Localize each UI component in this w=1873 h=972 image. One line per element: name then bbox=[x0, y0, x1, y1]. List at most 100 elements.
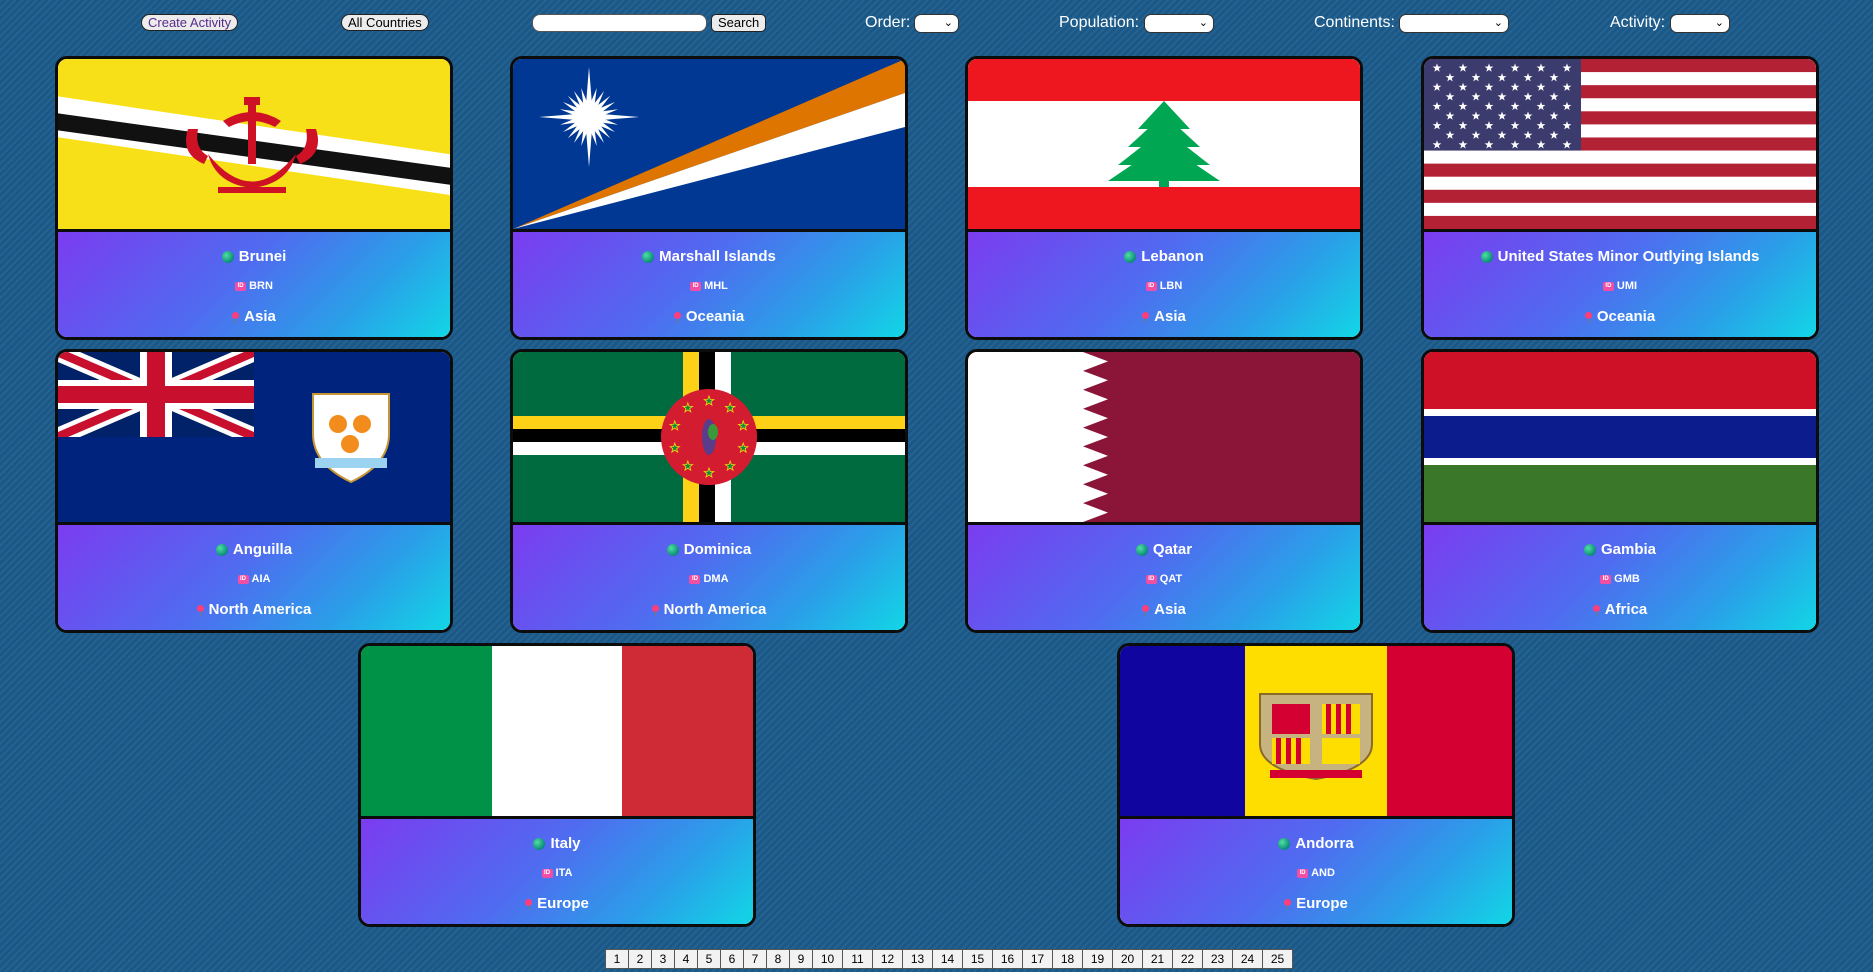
all-countries-button[interactable]: All Countries bbox=[341, 14, 429, 31]
country-continent-row: North America bbox=[58, 601, 450, 618]
country-name-row: Dominica bbox=[513, 541, 905, 558]
country-code-row: ID ITA bbox=[361, 867, 753, 879]
country-info: Gambia ID GMB Africa bbox=[1424, 525, 1816, 630]
globe-icon bbox=[1278, 838, 1291, 851]
country-continent-row: Oceania bbox=[513, 308, 905, 325]
page-button[interactable]: 11 bbox=[842, 949, 873, 969]
page-button[interactable]: 10 bbox=[812, 949, 843, 969]
page-button[interactable]: 13 bbox=[902, 949, 933, 969]
page-button[interactable]: 4 bbox=[674, 949, 698, 969]
country-flag bbox=[361, 646, 753, 819]
pin-icon bbox=[1284, 898, 1292, 910]
lebanon-flag-image bbox=[968, 59, 1360, 229]
page-button[interactable]: 8 bbox=[766, 949, 790, 969]
united-states-flag-image bbox=[1424, 59, 1816, 229]
pin-icon bbox=[673, 311, 681, 323]
id-badge-icon: ID bbox=[1145, 281, 1157, 291]
page-button[interactable]: 18 bbox=[1052, 949, 1083, 969]
andorra-flag-image bbox=[1120, 646, 1512, 816]
page-button[interactable]: 25 bbox=[1262, 949, 1293, 969]
country-flag bbox=[58, 59, 450, 232]
continents-select[interactable]: ⌄ bbox=[1399, 14, 1509, 33]
country-card[interactable]: Brunei ID BRN Asia bbox=[55, 56, 453, 340]
country-name: Brunei bbox=[238, 248, 287, 265]
population-select[interactable]: ⌄ bbox=[1144, 14, 1214, 33]
page-button[interactable]: 2 bbox=[628, 949, 652, 969]
country-code-row: ID GMB bbox=[1424, 573, 1816, 585]
pin-icon bbox=[525, 898, 533, 910]
country-card[interactable]: United States Minor Outlying Islands ID U… bbox=[1421, 56, 1819, 340]
page-button[interactable]: 16 bbox=[992, 949, 1023, 969]
page-button[interactable]: 22 bbox=[1172, 949, 1203, 969]
country-info: Anguilla ID AIA North America bbox=[58, 525, 450, 630]
country-continent-row: Europe bbox=[361, 895, 753, 912]
page-button[interactable]: 6 bbox=[720, 949, 744, 969]
country-name: United States Minor Outlying Islands bbox=[1497, 248, 1760, 265]
dominica-flag-image bbox=[513, 352, 905, 522]
country-card[interactable]: Anguilla ID AIA North America bbox=[55, 349, 453, 633]
search-button[interactable]: Search bbox=[711, 14, 767, 32]
page-button[interactable]: 3 bbox=[651, 949, 675, 969]
country-card[interactable]: Qatar ID QAT Asia bbox=[965, 349, 1363, 633]
page-button[interactable]: 19 bbox=[1082, 949, 1113, 969]
country-card[interactable]: Lebanon ID LBN Asia bbox=[965, 56, 1363, 340]
country-info: Lebanon ID LBN Asia bbox=[968, 232, 1360, 337]
page-button[interactable]: 23 bbox=[1202, 949, 1233, 969]
country-continent: Asia bbox=[1154, 601, 1186, 618]
page-button[interactable]: 17 bbox=[1022, 949, 1053, 969]
country-card[interactable]: Marshall Islands ID MHL Oceania bbox=[510, 56, 908, 340]
page-button[interactable]: 12 bbox=[872, 949, 903, 969]
page-button[interactable]: 5 bbox=[697, 949, 721, 969]
country-name: Qatar bbox=[1152, 541, 1193, 558]
country-card[interactable]: Dominica ID DMA North America bbox=[510, 349, 908, 633]
country-card[interactable]: Italy ID ITA Europe bbox=[358, 643, 756, 927]
page-button[interactable]: 14 bbox=[932, 949, 963, 969]
globe-icon bbox=[1124, 251, 1137, 264]
country-continent-row: Asia bbox=[968, 601, 1360, 618]
page-button[interactable]: 24 bbox=[1232, 949, 1263, 969]
pin-icon bbox=[1584, 311, 1592, 323]
page-button[interactable]: 1 bbox=[605, 949, 629, 969]
country-info: Brunei ID BRN Asia bbox=[58, 232, 450, 337]
country-name: Marshall Islands bbox=[659, 248, 776, 265]
page-button[interactable]: 9 bbox=[789, 949, 813, 969]
country-name-row: Gambia bbox=[1424, 541, 1816, 558]
page-button[interactable]: 21 bbox=[1142, 949, 1173, 969]
country-code-row: ID LBN bbox=[968, 280, 1360, 292]
chevron-down-icon: ⌄ bbox=[1493, 17, 1503, 29]
pagination: 1 2 3 4 5 6 7 8 9 10 11 12 13 14 15 16 17 18 19 20 21 22 23 24 2… bbox=[605, 949, 1293, 969]
order-select[interactable]: ⌄ bbox=[914, 14, 959, 33]
country-name-row: Italy bbox=[361, 835, 753, 852]
country-continent: Asia bbox=[1154, 308, 1186, 325]
create-activity-button[interactable]: Create Activity bbox=[141, 14, 239, 31]
country-card[interactable]: Andorra ID AND Europe bbox=[1117, 643, 1515, 927]
country-continent: Europe bbox=[1296, 895, 1348, 912]
pin-icon bbox=[651, 604, 659, 616]
country-flag bbox=[1120, 646, 1512, 819]
country-info: United States Minor Outlying Islands ID U… bbox=[1424, 232, 1816, 337]
country-code: GMB bbox=[1614, 573, 1640, 585]
country-name: Anguilla bbox=[232, 541, 293, 558]
globe-icon bbox=[221, 251, 234, 264]
country-info: Dominica ID DMA North America bbox=[513, 525, 905, 630]
activity-select[interactable]: ⌄ bbox=[1670, 14, 1730, 33]
page-button[interactable]: 7 bbox=[743, 949, 767, 969]
globe-icon bbox=[1480, 251, 1493, 264]
pin-icon bbox=[232, 311, 240, 323]
id-badge-icon: ID bbox=[237, 574, 249, 584]
country-name-row: Lebanon bbox=[968, 248, 1360, 265]
country-continent: Oceania bbox=[1596, 308, 1656, 325]
pin-icon bbox=[196, 604, 204, 616]
country-info: Italy ID ITA Europe bbox=[361, 819, 753, 924]
marshall-islands-flag-image bbox=[513, 59, 905, 229]
page-button[interactable]: 15 bbox=[962, 949, 993, 969]
country-card[interactable]: Gambia ID GMB Africa bbox=[1421, 349, 1819, 633]
id-badge-icon: ID bbox=[1145, 574, 1157, 584]
country-name: Dominica bbox=[683, 541, 752, 558]
id-badge-icon: ID bbox=[541, 868, 553, 878]
country-name: Lebanon bbox=[1141, 248, 1204, 265]
globe-icon bbox=[533, 838, 546, 851]
country-code: LBN bbox=[1159, 280, 1183, 292]
page-button[interactable]: 20 bbox=[1112, 949, 1143, 969]
search-input[interactable] bbox=[532, 14, 707, 32]
